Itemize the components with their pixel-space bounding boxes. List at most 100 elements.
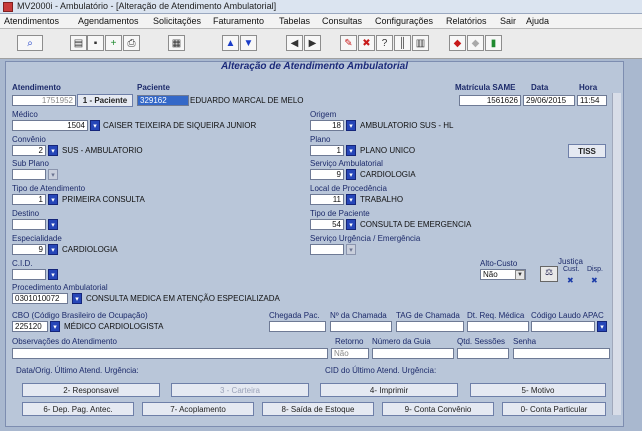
- tipopac-lookup-button[interactable]: ▾: [346, 219, 356, 230]
- servico-label: Serviço Ambulatorial: [310, 159, 383, 168]
- cbo-name: MÉDICO CARDIOLOGISTA: [64, 322, 164, 331]
- tipo-lookup-button[interactable]: ▾: [48, 194, 58, 205]
- tiss-button[interactable]: TISS: [568, 144, 606, 158]
- prev-icon[interactable]: ▶: [304, 35, 321, 51]
- menu-atendimentos[interactable]: Atendimentos: [4, 16, 59, 26]
- carteira-button[interactable]: 3 - Carteira: [171, 383, 309, 397]
- tag-field[interactable]: [396, 321, 464, 332]
- down-arrow-icon[interactable]: ▼: [240, 35, 257, 51]
- subplano-label: Sub Plano: [12, 159, 49, 168]
- help-icon[interactable]: ?: [376, 35, 393, 51]
- chamada-field[interactable]: [330, 321, 392, 332]
- tipo-code-field[interactable]: 1: [12, 194, 46, 205]
- servurg-lookup-button[interactable]: ▾: [346, 244, 356, 255]
- conta-particular-button[interactable]: 0- Conta Particular: [502, 402, 606, 416]
- hora-field[interactable]: 11:54: [577, 95, 607, 106]
- servurg-code-field[interactable]: [310, 244, 344, 255]
- tipopac-name: CONSULTA DE EMERGENCIA: [360, 220, 472, 229]
- data-field[interactable]: 29/06/2015: [523, 95, 575, 106]
- origem-lookup-button[interactable]: ▾: [346, 120, 356, 131]
- destino-code-field[interactable]: [12, 219, 46, 230]
- calc-icon[interactable]: ▦: [168, 35, 185, 51]
- sessoes-field[interactable]: [457, 348, 509, 359]
- first-icon[interactable]: ◀: [286, 35, 303, 51]
- chart-icon[interactable]: ▥: [412, 35, 429, 51]
- plano-label: Plano: [310, 135, 331, 144]
- proc-lookup-button[interactable]: ▾: [72, 293, 82, 304]
- responsavel-button[interactable]: 2- Responsavel: [22, 383, 160, 397]
- dep-pag-button[interactable]: 6- Dep. Pag. Antec.: [22, 402, 134, 416]
- cbo-code-field[interactable]: 225120: [12, 321, 48, 332]
- especialidade-code-field[interactable]: 9: [12, 244, 46, 255]
- grey-record-icon[interactable]: ◆: [467, 35, 484, 51]
- medico-code-field[interactable]: 1504: [12, 120, 88, 131]
- cid-lookup-button[interactable]: ▾: [48, 269, 58, 280]
- up-arrow-icon[interactable]: ▲: [222, 35, 239, 51]
- panel-title: Alteração de Atendimento Ambulatorial: [220, 61, 409, 72]
- plano-lookup-button[interactable]: ▾: [346, 145, 356, 156]
- menu-sair[interactable]: Sair: [500, 16, 516, 26]
- imprimir-button[interactable]: 4- Imprimir: [320, 383, 458, 397]
- matricula-field[interactable]: 1561626: [459, 95, 521, 106]
- justice-scale-icon[interactable]: ⚖: [540, 266, 558, 282]
- acoplamento-button[interactable]: 7- Acoplamento: [142, 402, 254, 416]
- medico-lookup-button[interactable]: ▾: [90, 120, 100, 131]
- retorno-select[interactable]: Não: [331, 348, 369, 359]
- local-code-field[interactable]: 11: [310, 194, 344, 205]
- cbo-lookup-button[interactable]: ▾: [50, 321, 60, 332]
- dataorig-label: Data/Orig. Último Atend. Urgência:: [16, 366, 139, 375]
- laudo-field[interactable]: [531, 321, 595, 332]
- menu-relatorios[interactable]: Relatórios: [446, 16, 487, 26]
- scrollbar[interactable]: [612, 93, 621, 415]
- atendimento-field[interactable]: 1751952: [12, 95, 76, 106]
- especialidade-lookup-button[interactable]: ▾: [48, 244, 58, 255]
- chegada-field[interactable]: [269, 321, 326, 332]
- plano-code-field[interactable]: 1: [310, 145, 344, 156]
- motivo-button[interactable]: 5- Motivo: [470, 383, 606, 397]
- add-icon[interactable]: +: [105, 35, 122, 51]
- subplano-lookup-button[interactable]: ▾: [48, 169, 58, 180]
- menu-configuracoes[interactable]: Configurações: [375, 16, 433, 26]
- cid-code-field[interactable]: [12, 269, 46, 280]
- paciente-button[interactable]: 1 - Paciente: [77, 94, 133, 107]
- chevron-down-icon[interactable]: ▼: [515, 270, 525, 280]
- menu-consultas[interactable]: Consultas: [322, 16, 362, 26]
- convenio-code-field[interactable]: 2: [12, 145, 46, 156]
- save-icon[interactable]: ▪: [87, 35, 104, 51]
- menu-agendamentos[interactable]: Agendamentos: [78, 16, 139, 26]
- local-lookup-button[interactable]: ▾: [346, 194, 356, 205]
- delete-icon[interactable]: ✖: [358, 35, 375, 51]
- print-icon[interactable]: ⎙: [123, 35, 140, 51]
- cust-x-icon[interactable]: ✖: [567, 276, 574, 285]
- servico-lookup-button[interactable]: ▾: [346, 169, 356, 180]
- proc-name: CONSULTA MEDICA EM ATENÇÃO ESPECIALIZADA: [86, 294, 280, 303]
- red-record-icon[interactable]: ◆: [449, 35, 466, 51]
- paciente-code-field[interactable]: 329162: [137, 95, 189, 106]
- origem-code-field[interactable]: 18: [310, 120, 344, 131]
- exit-icon[interactable]: ▮: [485, 35, 502, 51]
- menu-ajuda[interactable]: Ajuda: [526, 16, 549, 26]
- menu-tabelas[interactable]: Tabelas: [279, 16, 310, 26]
- disp-x-icon[interactable]: ✖: [591, 276, 598, 285]
- card-icon[interactable]: ▤: [70, 35, 87, 51]
- senha-field[interactable]: [513, 348, 610, 359]
- obs-field[interactable]: [12, 348, 328, 359]
- edit-icon[interactable]: ✎: [340, 35, 357, 51]
- saida-estoque-button[interactable]: 8- Saída de Estoque: [262, 402, 374, 416]
- sessoes-label: Qtd. Sessões: [457, 337, 506, 346]
- laudo-lookup-button[interactable]: ▾: [597, 321, 607, 332]
- proc-code-field[interactable]: 0301010072: [12, 293, 68, 304]
- tipopac-code-field[interactable]: 54: [310, 219, 344, 230]
- guia-field[interactable]: [372, 348, 454, 359]
- dtreq-field[interactable]: [467, 321, 529, 332]
- convenio-lookup-button[interactable]: ▾: [48, 145, 58, 156]
- servico-code-field[interactable]: 9: [310, 169, 344, 180]
- menu-faturamento[interactable]: Faturamento: [213, 16, 264, 26]
- destino-lookup-button[interactable]: ▾: [48, 219, 58, 230]
- subplano-code-field[interactable]: [12, 169, 46, 180]
- cidult-label: CID do Último Atend. Urgência:: [325, 366, 437, 375]
- menu-solicitacoes[interactable]: Solicitações: [153, 16, 201, 26]
- barcode-icon[interactable]: ║: [394, 35, 411, 51]
- find-icon[interactable]: ⌕: [17, 35, 43, 51]
- conta-convenio-button[interactable]: 9- Conta Convênio: [382, 402, 494, 416]
